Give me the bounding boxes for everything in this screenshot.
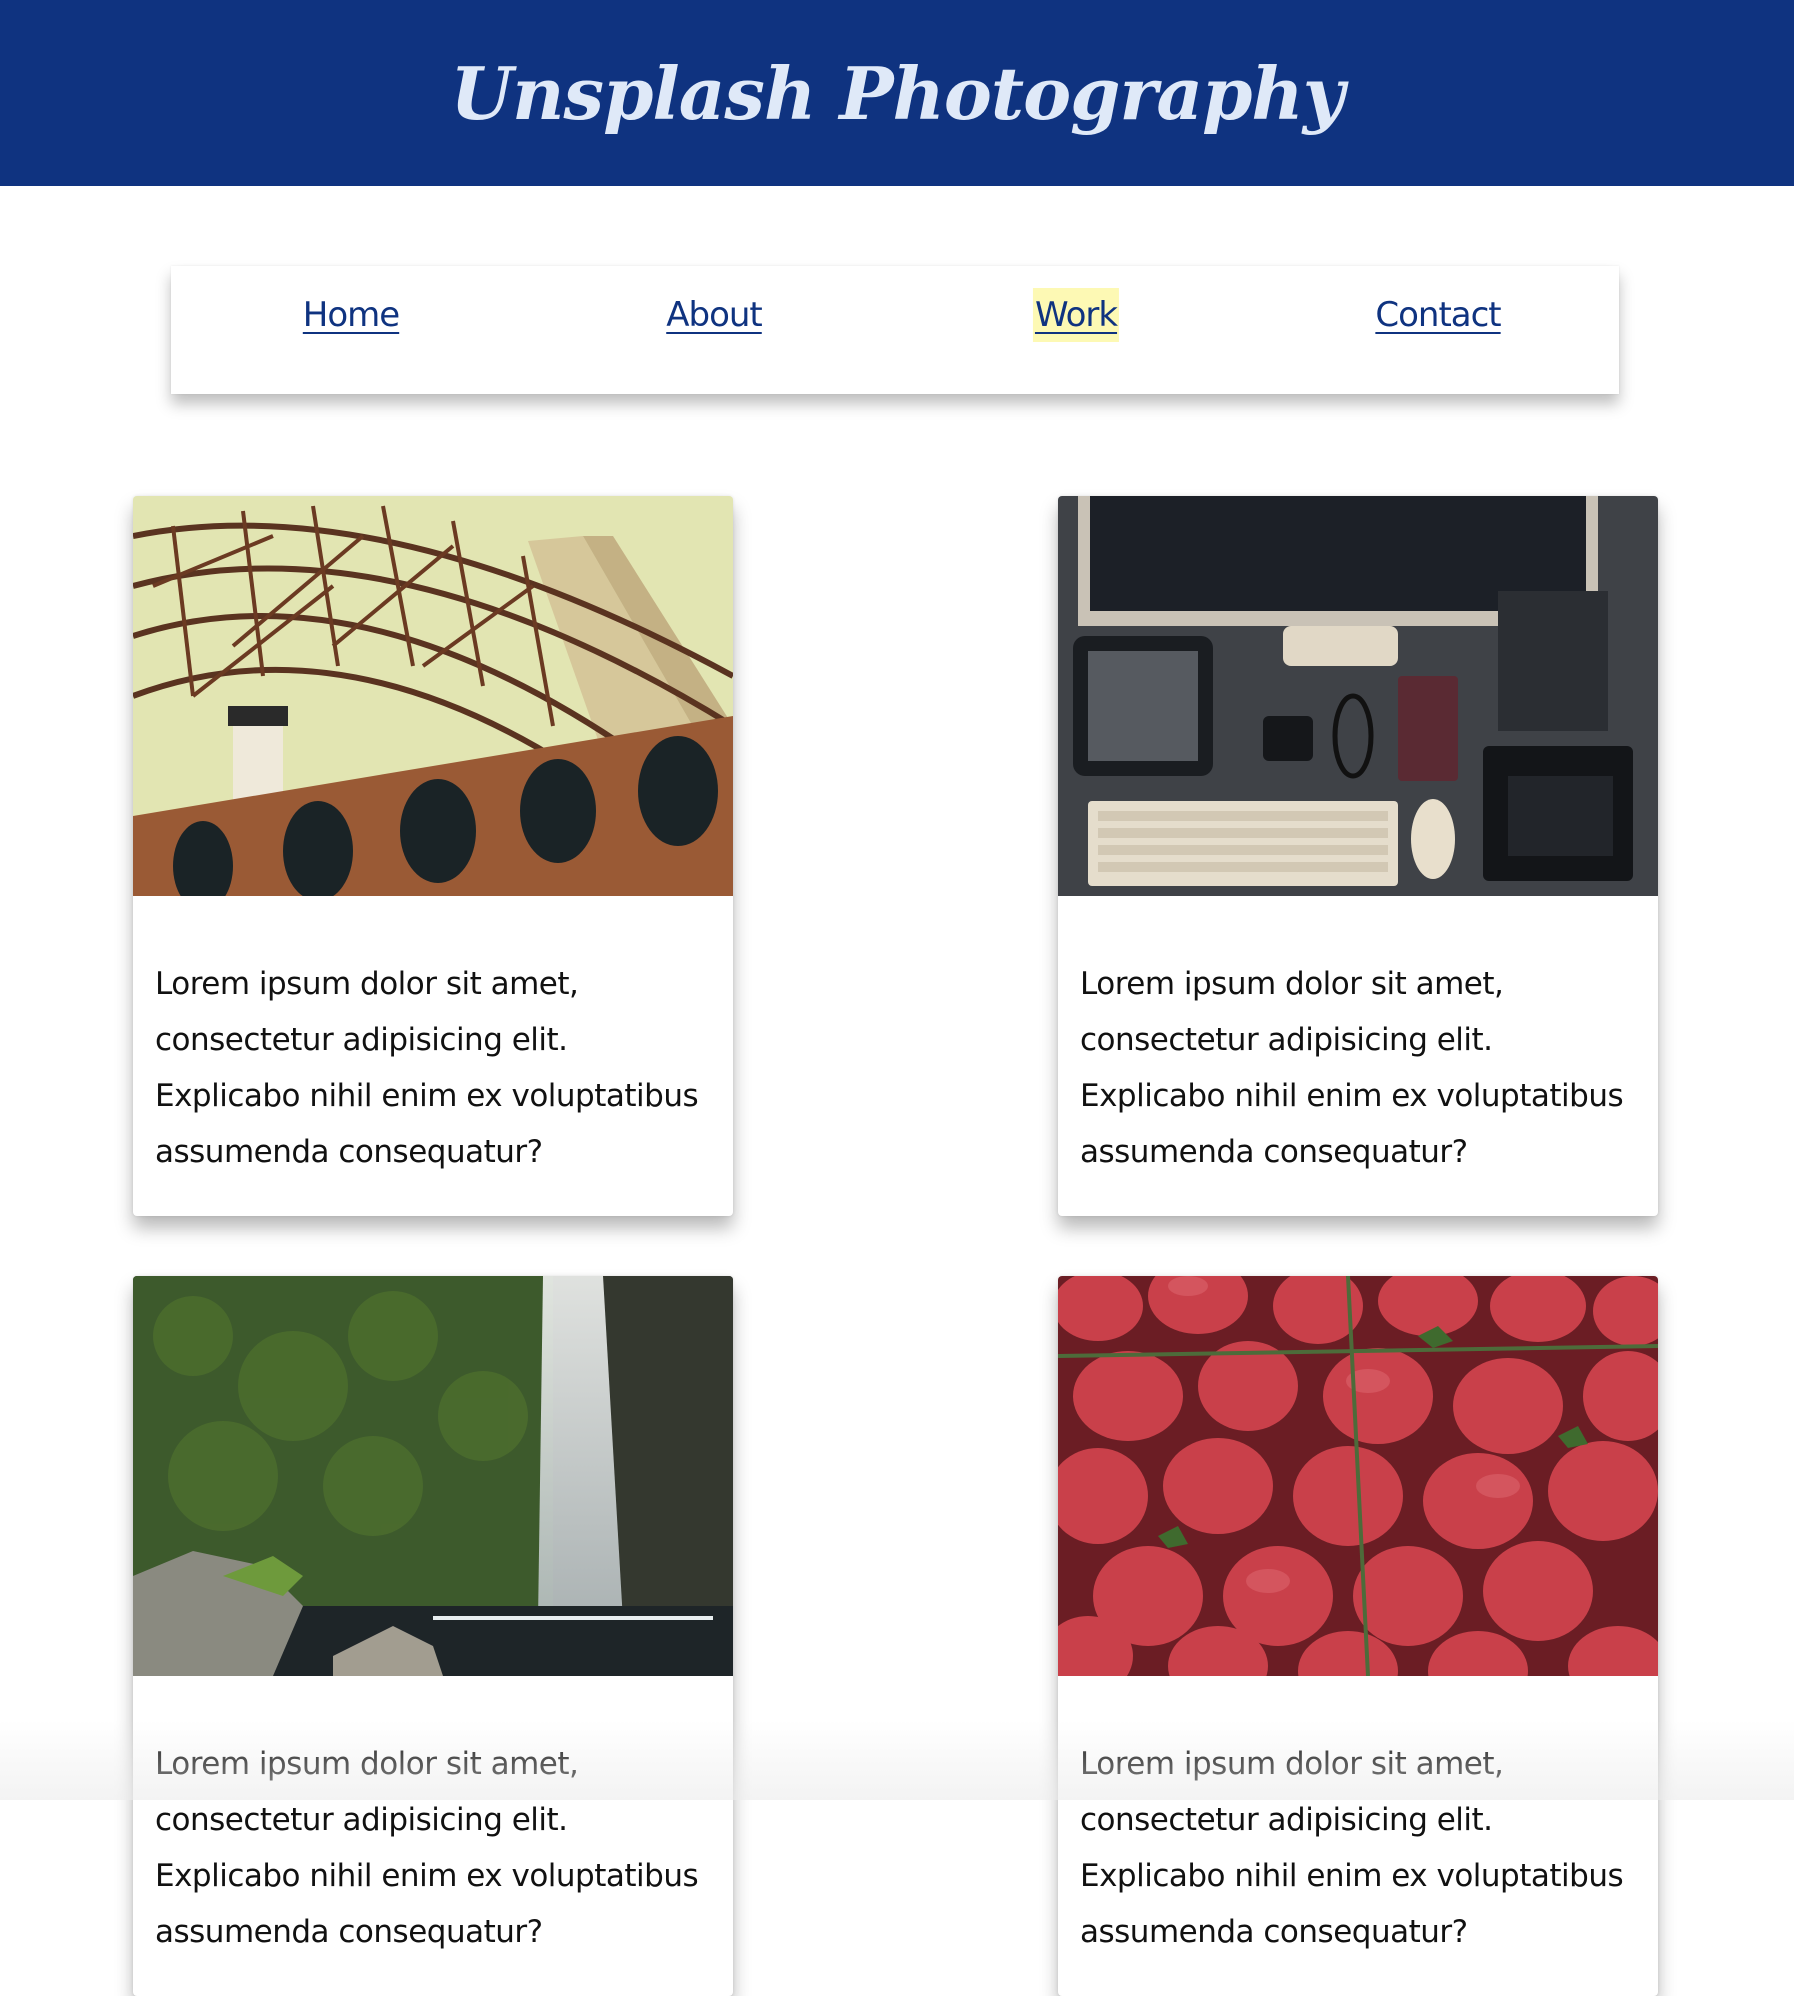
card-text: Lorem ipsum dolor sit amet, consectetur … xyxy=(155,1746,699,1950)
waterfall-photo xyxy=(133,1276,733,1676)
card-text: Lorem ipsum dolor sit amet, consectetur … xyxy=(1080,966,1624,1170)
card-text: Lorem ipsum dolor sit amet, consectetur … xyxy=(155,966,699,1170)
photo-card-4: Lorem ipsum dolor sit amet, consectetur … xyxy=(1058,1276,1658,1996)
desk-photo xyxy=(1058,496,1658,896)
nav-link-home[interactable]: Home xyxy=(303,288,400,342)
photo-card-2: Lorem ipsum dolor sit amet, consectetur … xyxy=(1058,496,1658,1216)
photo-card-1: Lorem ipsum dolor sit amet, consectetur … xyxy=(133,496,733,1216)
card-text: Lorem ipsum dolor sit amet, consectetur … xyxy=(1080,1746,1624,1950)
nav-link-contact[interactable]: Contact xyxy=(1375,288,1501,342)
photo-card-3: Lorem ipsum dolor sit amet, consectetur … xyxy=(133,1276,733,1996)
nav-link-about[interactable]: About xyxy=(666,288,763,342)
bridge-photo xyxy=(133,496,733,896)
site-title: Unsplash Photography xyxy=(450,50,1344,136)
nav-link-work[interactable]: Work xyxy=(1032,288,1120,342)
site-header: Unsplash Photography xyxy=(0,0,1794,186)
strawberries-photo xyxy=(1058,1276,1658,1676)
main-nav: Home About Work Contact xyxy=(171,266,1619,394)
